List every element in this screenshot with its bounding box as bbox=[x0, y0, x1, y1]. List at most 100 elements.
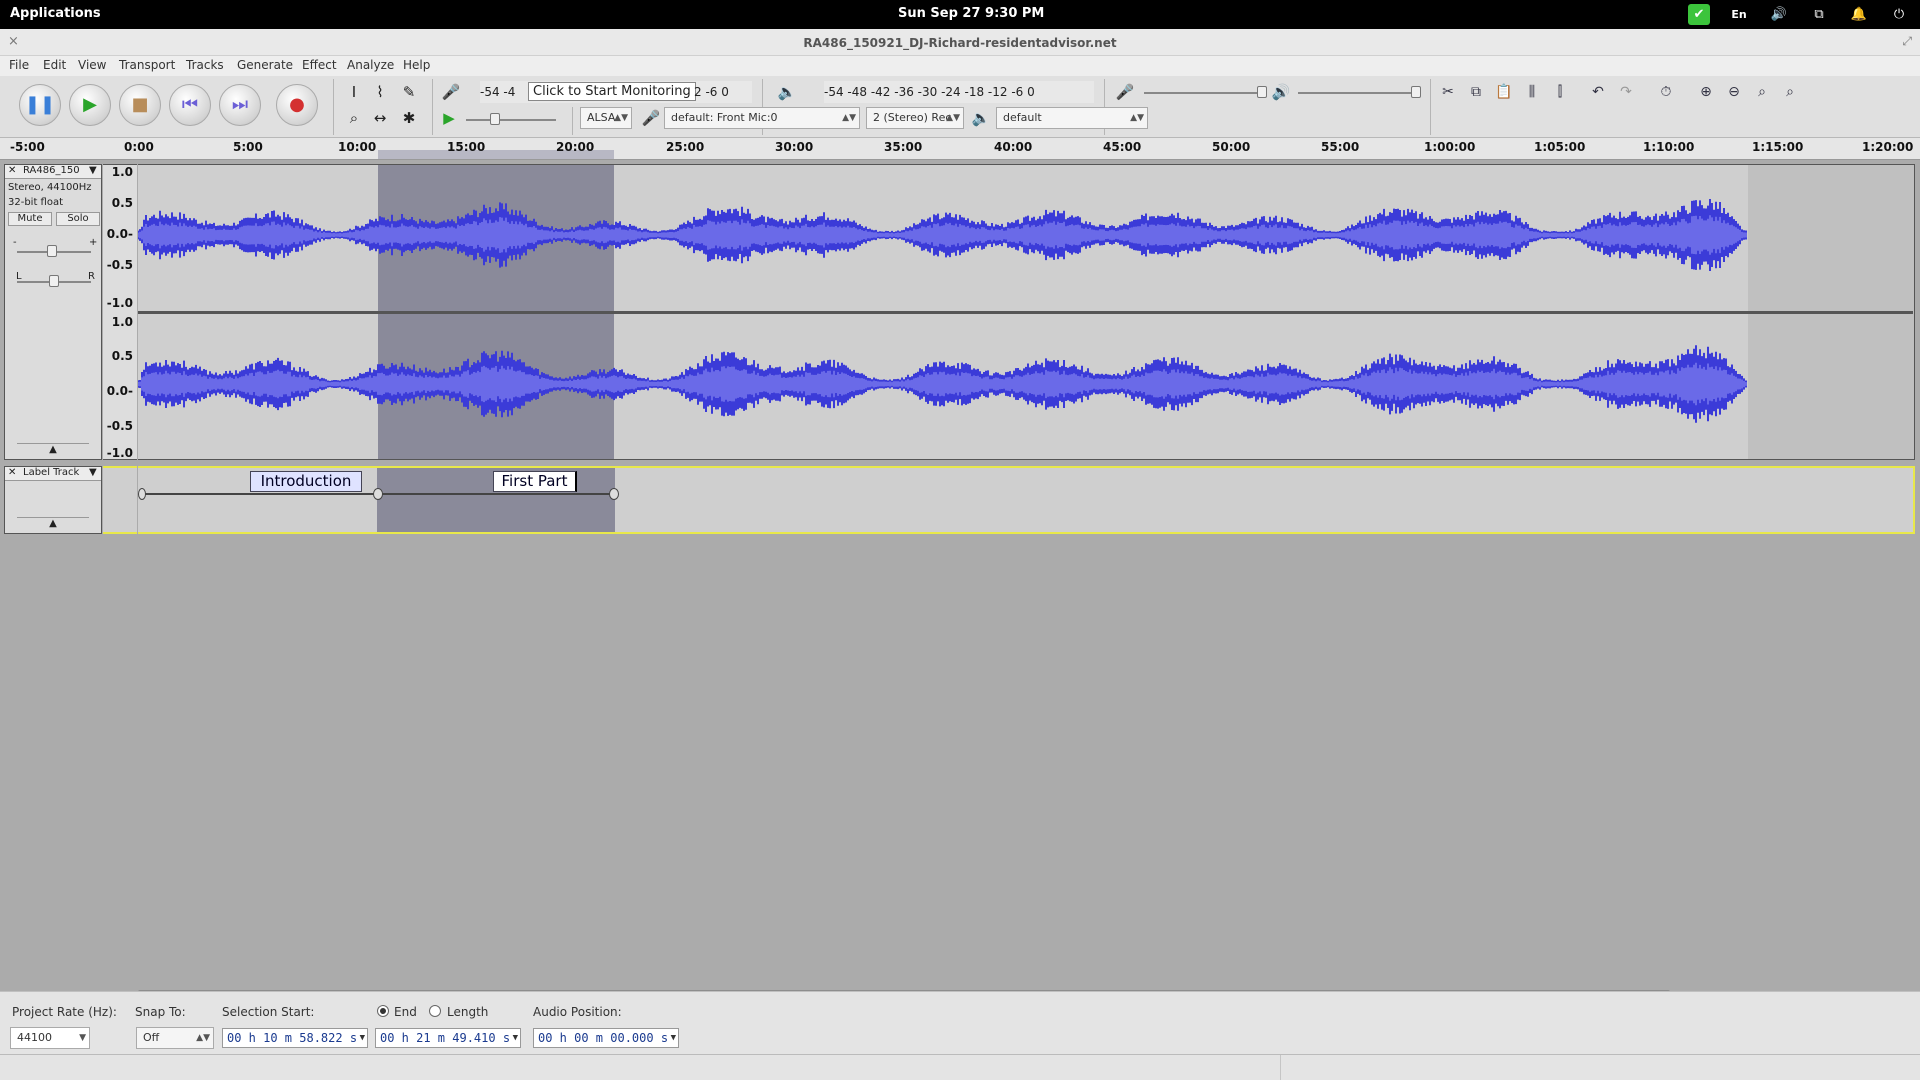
menu-help[interactable]: Help bbox=[403, 58, 430, 72]
recording-volume-icon: 🎤 bbox=[1115, 83, 1135, 101]
label-handle-end[interactable] bbox=[609, 488, 619, 500]
selection-toolbar: Project Rate (Hz): 44100 ▼ Snap To: Off ▲▼… bbox=[0, 991, 1920, 1054]
recording-device-select[interactable]: default: Front Mic:0 ▲▼ bbox=[664, 107, 860, 129]
record-meter-icon[interactable]: 🎤 bbox=[436, 81, 466, 103]
draw-tool-icon[interactable]: ✎ bbox=[398, 81, 420, 103]
selection-start-field[interactable]: 00 h 10 m 58.822 s ▼ bbox=[222, 1028, 368, 1048]
play-button[interactable]: ▶ bbox=[69, 84, 111, 126]
toolbar-separator bbox=[572, 107, 573, 135]
recording-channels-select[interactable]: 2 (Stereo) Rec ▲▼ bbox=[866, 107, 964, 129]
waveform-left-channel bbox=[138, 199, 1747, 271]
copy-icon[interactable]: ⧉ bbox=[1464, 81, 1488, 103]
playback-volume-icon: 🔊 bbox=[1271, 83, 1291, 101]
audio-host-value: ALSA bbox=[587, 111, 616, 124]
label-track-name[interactable]: Label Track bbox=[23, 467, 79, 478]
menu-effect[interactable]: Effect bbox=[302, 58, 337, 72]
timeline-ruler[interactable]: -5:00 0:00 5:00 10:00 15:00 20:00 25:00 … bbox=[0, 138, 1920, 160]
skip-start-icon: ⏮ bbox=[181, 94, 199, 115]
fit-project-icon[interactable]: ⌕ bbox=[1778, 81, 1802, 103]
zoom-tool-icon[interactable]: ⌕ bbox=[343, 107, 365, 129]
gain-slider[interactable] bbox=[47, 245, 57, 257]
close-label-track-icon[interactable]: ✕ bbox=[8, 467, 16, 478]
menu-generate[interactable]: Generate bbox=[237, 58, 293, 72]
label-introduction[interactable]: Introduction bbox=[250, 471, 362, 492]
selection-end-field[interactable]: 00 h 21 m 49.410 s ▼ bbox=[375, 1028, 521, 1048]
play-speed-slider[interactable] bbox=[490, 113, 500, 125]
mute-button[interactable]: Mute bbox=[8, 212, 52, 226]
keyboard-layout-icon[interactable]: En bbox=[1728, 4, 1750, 25]
play-at-speed-icon[interactable]: ▶ bbox=[438, 107, 460, 129]
maximize-window-icon[interactable]: ⤢ bbox=[1902, 34, 1912, 49]
length-radio[interactable] bbox=[429, 1005, 441, 1017]
label-handle-mid[interactable] bbox=[373, 488, 383, 500]
tracks-area[interactable]: ✕ RA486_150 ▼ Stereo, 44100Hz 32-bit flo… bbox=[0, 161, 1920, 991]
applications-menu[interactable]: Applications bbox=[10, 6, 101, 21]
label-handle-start[interactable] bbox=[138, 488, 146, 500]
label-first-part[interactable]: First Part bbox=[493, 471, 577, 492]
ruler-tick: 55:00 bbox=[1321, 140, 1360, 154]
playback-meter-icon[interactable]: 🔈 bbox=[772, 81, 802, 103]
trim-audio-icon[interactable]: ⫼ bbox=[1520, 81, 1544, 103]
skip-end-icon: ⏭ bbox=[231, 94, 249, 115]
power-icon[interactable]: ⏻ bbox=[1888, 4, 1910, 25]
menu-file[interactable]: File bbox=[9, 58, 29, 72]
solo-button[interactable]: Solo bbox=[56, 212, 100, 226]
window-title: RA486_150921_DJ-Richard-residentadvisor.… bbox=[803, 36, 1117, 50]
zoom-in-icon[interactable]: ⊕ bbox=[1694, 81, 1718, 103]
start-monitoring-prompt[interactable]: Click to Start Monitoring bbox=[528, 82, 696, 101]
menu-edit[interactable]: Edit bbox=[43, 58, 66, 72]
clock[interactable]: Sun Sep 27 9:30 PM bbox=[898, 6, 1044, 21]
recording-volume-slider[interactable] bbox=[1257, 86, 1267, 98]
redo-icon[interactable]: ↷ bbox=[1614, 81, 1638, 103]
audio-position-field[interactable]: 00 h 00 m 00.000 s ▼ bbox=[533, 1028, 679, 1048]
time-shift-tool-icon[interactable]: ↔ bbox=[369, 107, 391, 129]
skip-to-start-button[interactable]: ⏮ bbox=[169, 84, 211, 126]
toolbar-separator bbox=[333, 79, 334, 135]
project-rate-select[interactable]: 44100 ▼ bbox=[10, 1027, 90, 1049]
menu-tracks[interactable]: Tracks bbox=[186, 58, 224, 72]
shield-check-icon[interactable]: ✔ bbox=[1688, 4, 1710, 25]
label-track-menu-chevron-icon[interactable]: ▼ bbox=[89, 467, 97, 478]
envelope-tool-icon[interactable]: ⌇ bbox=[369, 81, 391, 103]
skip-to-end-button[interactable]: ⏭ bbox=[219, 84, 261, 126]
selection-tool-icon[interactable]: I bbox=[343, 81, 365, 103]
zoom-out-icon[interactable]: ⊖ bbox=[1722, 81, 1746, 103]
playback-device-select[interactable]: default ▲▼ bbox=[996, 107, 1148, 129]
close-track-icon[interactable]: ✕ bbox=[8, 165, 16, 176]
ruler-tick: 10:00 bbox=[338, 140, 377, 154]
playback-device-value: default bbox=[1003, 111, 1042, 124]
record-button[interactable]: ● bbox=[276, 84, 318, 126]
menu-transport[interactable]: Transport bbox=[119, 58, 175, 72]
undo-icon[interactable]: ↶ bbox=[1586, 81, 1610, 103]
paste-icon[interactable]: 📋 bbox=[1492, 81, 1516, 103]
pan-slider[interactable] bbox=[49, 275, 59, 287]
collapse-label-track-icon[interactable]: ▲ bbox=[17, 517, 89, 531]
network-icon[interactable]: ⧉ bbox=[1808, 4, 1830, 25]
notifications-icon[interactable]: 🔔 bbox=[1848, 4, 1870, 25]
volume-icon[interactable]: 🔊 bbox=[1768, 4, 1790, 25]
record-meter[interactable]: -54 -4 Click to Start Monitoring 2 -6 0 bbox=[480, 81, 752, 103]
play-speed-track bbox=[466, 119, 556, 121]
cut-icon[interactable]: ✂ bbox=[1436, 81, 1460, 103]
menu-analyze[interactable]: Analyze bbox=[347, 58, 394, 72]
audio-track-name[interactable]: RA486_150 bbox=[23, 165, 80, 176]
ruler-tick: 1:10:00 bbox=[1643, 140, 1695, 154]
sync-lock-icon[interactable]: ⏱ bbox=[1654, 81, 1678, 103]
collapse-track-icon[interactable]: ▲ bbox=[17, 443, 89, 457]
menu-view[interactable]: View bbox=[78, 58, 106, 72]
silence-audio-icon[interactable]: ⫿ bbox=[1548, 81, 1572, 103]
end-radio[interactable] bbox=[377, 1005, 389, 1017]
track-menu-chevron-icon[interactable]: ▼ bbox=[89, 165, 97, 176]
label-track-control-panel: ✕ Label Track ▼ ▲ bbox=[4, 466, 102, 534]
pause-button[interactable]: ❚❚ bbox=[19, 84, 61, 126]
audio-waveform-area[interactable] bbox=[138, 164, 1915, 460]
snap-to-value: Off bbox=[143, 1031, 160, 1044]
snap-to-select[interactable]: Off ▲▼ bbox=[136, 1027, 214, 1049]
multi-tool-icon[interactable]: ✱ bbox=[398, 107, 420, 129]
stop-button[interactable]: ■ bbox=[119, 84, 161, 126]
playback-volume-slider[interactable] bbox=[1411, 86, 1421, 98]
label-track-area[interactable]: Introduction First Part bbox=[138, 466, 1915, 534]
audio-host-select[interactable]: ALSA ▲▼ bbox=[580, 107, 632, 129]
fit-selection-icon[interactable]: ⌕ bbox=[1750, 81, 1774, 103]
playback-meter[interactable]: -54 -48 -42 -36 -30 -24 -18 -12 -6 0 bbox=[824, 81, 1094, 103]
